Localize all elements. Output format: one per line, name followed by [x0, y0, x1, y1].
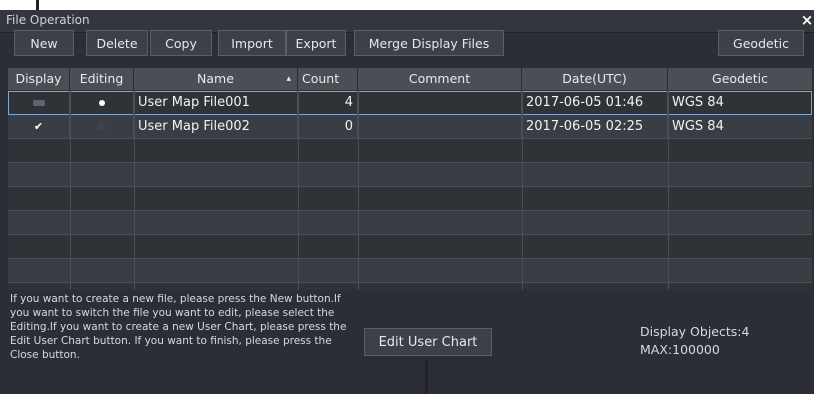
- copy-button[interactable]: Copy: [150, 30, 212, 56]
- empty-row: [8, 139, 812, 163]
- help-text: If you want to create a new file, please…: [10, 293, 347, 361]
- column-divider: [134, 90, 135, 290]
- column-divider: [668, 90, 669, 290]
- editing-cell[interactable]: [70, 115, 134, 139]
- table-row[interactable]: User Map File001 4 2017-06-05 01:46 WGS …: [8, 91, 812, 115]
- check-icon: ✔: [33, 120, 44, 133]
- name-cell: User Map File002: [134, 115, 298, 139]
- comment-cell: [358, 91, 522, 115]
- column-divider: [70, 90, 71, 290]
- disk-icon: [32, 100, 45, 106]
- display-objects-count: Display Objects:4: [640, 324, 750, 339]
- count-cell: 0: [298, 115, 358, 139]
- max-objects: MAX:100000: [640, 342, 720, 357]
- new-button[interactable]: New: [14, 30, 74, 56]
- comment-cell: [358, 115, 522, 139]
- import-button[interactable]: Import: [218, 30, 286, 56]
- column-header-name-label: Name: [197, 71, 234, 86]
- column-header-count[interactable]: Count: [298, 68, 358, 90]
- edit-user-chart-button[interactable]: Edit User Chart: [364, 328, 492, 356]
- column-header-editing[interactable]: Editing: [70, 68, 134, 90]
- column-divider: [358, 90, 359, 290]
- editing-cell[interactable]: [70, 91, 134, 115]
- close-icon[interactable]: ×: [800, 12, 814, 28]
- name-cell: User Map File001: [134, 91, 298, 115]
- file-table: Display Editing Name ▴ Count Comment Dat…: [8, 68, 812, 290]
- column-header-comment[interactable]: Comment: [358, 68, 522, 90]
- column-header-name[interactable]: Name ▴: [134, 68, 298, 90]
- table-row[interactable]: ✔ User Map File002 0 2017-06-05 02:25 WG…: [8, 115, 812, 139]
- empty-row: [8, 235, 812, 259]
- empty-row: [8, 187, 812, 211]
- empty-row: [8, 211, 812, 235]
- column-divider: [522, 90, 523, 290]
- column-divider: [298, 90, 299, 290]
- empty-row: [8, 259, 812, 283]
- geodetic-cell: WGS 84: [672, 119, 724, 134]
- toolbar: New Delete Copy Import Export Merge Disp…: [8, 30, 812, 56]
- column-header-geodetic[interactable]: Geodetic: [668, 68, 812, 90]
- date-cell: 2017-06-05 02:25: [522, 115, 668, 139]
- empty-row: [8, 163, 812, 187]
- object-info: Display Objects:4 MAX:100000: [640, 323, 749, 359]
- count-cell: 4: [298, 91, 358, 115]
- display-cell[interactable]: ✔: [8, 115, 70, 139]
- lock-icon: [98, 123, 105, 130]
- geodetic-button[interactable]: Geodetic: [718, 30, 804, 56]
- column-header-display[interactable]: Display: [8, 68, 70, 90]
- window-title: File Operation: [6, 13, 90, 27]
- display-cell[interactable]: [8, 91, 70, 115]
- delete-button[interactable]: Delete: [86, 30, 148, 56]
- export-button[interactable]: Export: [286, 30, 346, 56]
- callout-pointer-bottom: [425, 360, 428, 394]
- date-cell: 2017-06-05 01:46: [522, 91, 668, 115]
- geodetic-cell: WGS 84: [672, 95, 724, 110]
- sort-up-icon: ▴: [286, 74, 291, 84]
- merge-display-files-button[interactable]: Merge Display Files: [354, 30, 504, 56]
- column-header-date[interactable]: Date(UTC): [522, 68, 668, 90]
- dot-icon: [98, 100, 105, 106]
